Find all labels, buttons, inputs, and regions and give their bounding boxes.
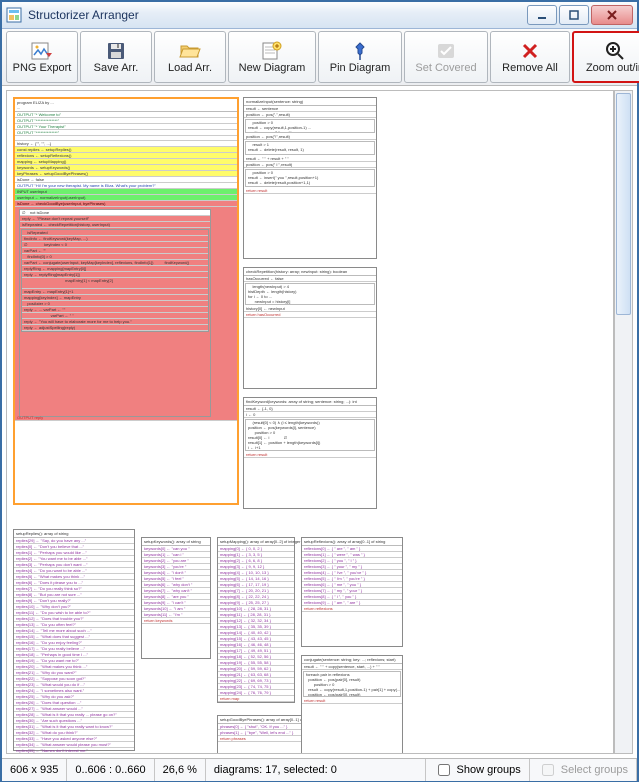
- button-label: Set Covered: [415, 62, 476, 74]
- select-groups-input: [542, 764, 554, 776]
- diagram-small-2[interactable]: checkRepetition(history: array; newInput…: [243, 267, 377, 389]
- checkbox-label: Select groups: [561, 764, 628, 776]
- app-icon: [6, 7, 22, 23]
- diagram-list-4[interactable]: setupReflexions(): array of array[0..1] …: [301, 537, 403, 647]
- image-export-icon: [31, 40, 53, 62]
- save-arr-button[interactable]: Save Arr.: [80, 31, 152, 83]
- window-frame: Structorizer Arranger PNG Export Save Ar…: [0, 0, 639, 782]
- status-size: 606 x 935: [2, 759, 67, 781]
- select-groups-checkbox: Select groups: [530, 759, 637, 781]
- scrollbar-thumb[interactable]: [616, 93, 631, 315]
- status-range: 0..606 : 0..660: [67, 759, 154, 781]
- new-diagram-icon: [261, 40, 283, 62]
- new-diagram-button[interactable]: New Diagram: [228, 31, 316, 83]
- covered-icon: [436, 40, 456, 62]
- diagram-list-3[interactable]: setupMapping(): array of array[0..2] of …: [217, 537, 295, 703]
- set-covered-button[interactable]: Set Covered: [404, 31, 488, 83]
- vertical-scrollbar[interactable]: [614, 90, 633, 754]
- diagram-small-1[interactable]: normalizeInput(sentence: string) result …: [243, 97, 377, 259]
- diagram-small-6[interactable]: conjugate(sentence: string; key: ...; re…: [301, 655, 403, 754]
- diagram-list-2[interactable]: setupKeywords(): array of string keyword…: [141, 537, 211, 659]
- status-diagrams: diagrams: 17, selected: 0: [206, 759, 426, 781]
- zoom-icon: [605, 40, 625, 62]
- arranger-canvas[interactable]: program ELIZA by ... ... OUTPUT "* Welco…: [6, 90, 614, 754]
- show-groups-checkbox[interactable]: Show groups: [426, 759, 530, 781]
- minimize-button[interactable]: [527, 5, 557, 25]
- button-label: Load Arr.: [168, 62, 212, 74]
- title-bar: Structorizer Arranger: [2, 2, 637, 29]
- folder-open-icon: [179, 40, 201, 62]
- zoom-button[interactable]: Zoom out/in: [572, 31, 639, 83]
- close-button[interactable]: [591, 5, 633, 25]
- save-icon: [106, 40, 126, 62]
- pin-icon: [351, 40, 369, 62]
- remove-all-button[interactable]: Remove All: [490, 31, 570, 83]
- status-bar: 606 x 935 0..606 : 0..660 26,6 % diagram…: [2, 758, 637, 781]
- button-label: Pin Diagram: [330, 62, 391, 74]
- maximize-button[interactable]: [559, 5, 589, 25]
- toolbar: PNG Export Save Arr. Load Arr. New Diagr…: [2, 29, 637, 86]
- png-export-button[interactable]: PNG Export: [6, 31, 78, 83]
- window-controls: [527, 5, 633, 25]
- button-label: Zoom out/in: [586, 62, 639, 74]
- canvas-area: program ELIZA by ... ... OUTPUT "* Welco…: [2, 86, 637, 758]
- diagram-small-3[interactable]: findKeyword(keywords: array of string; s…: [243, 397, 377, 509]
- button-label: Remove All: [502, 62, 558, 74]
- button-label: Save Arr.: [94, 62, 139, 74]
- checkbox-label: Show groups: [457, 764, 521, 776]
- window-title: Structorizer Arranger: [28, 8, 527, 22]
- pin-diagram-button[interactable]: Pin Diagram: [318, 31, 402, 83]
- diagram-list-1[interactable]: setupReplies(): array of string replies[…: [13, 529, 135, 751]
- load-arr-button[interactable]: Load Arr.: [154, 31, 226, 83]
- delete-icon: [521, 40, 539, 62]
- button-label: PNG Export: [13, 62, 72, 74]
- show-groups-input[interactable]: [438, 764, 450, 776]
- diagram-main[interactable]: program ELIZA by ... ... OUTPUT "* Welco…: [13, 97, 239, 505]
- status-zoom: 26,6 %: [155, 759, 206, 781]
- button-label: New Diagram: [239, 62, 306, 74]
